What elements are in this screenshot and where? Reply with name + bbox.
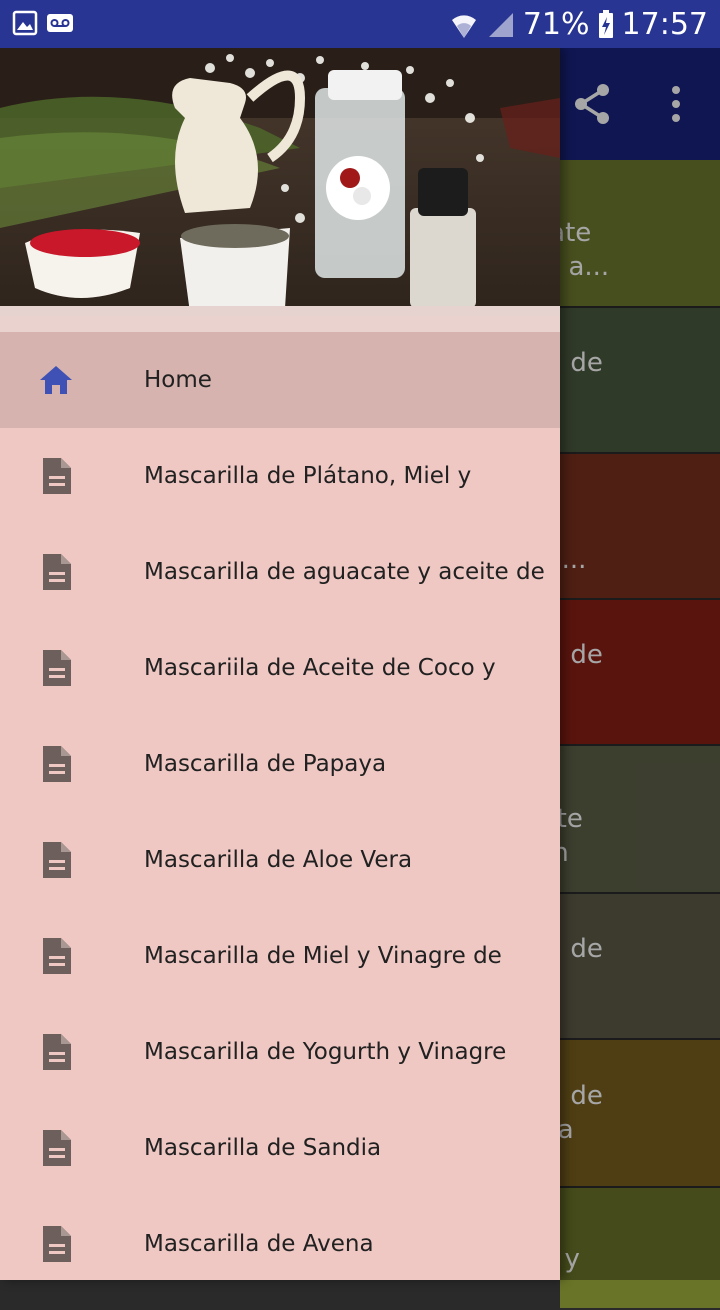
nav-item-recipe[interactable]: Mascarilla de Miel y Vinagre de [0, 908, 560, 1004]
recipe-card-title: scarilla [560, 1208, 710, 1242]
document-icon [38, 456, 74, 496]
recipe-card[interactable]: scarillatalizante Yogurth [560, 746, 720, 892]
cosmetics-photo [0, 48, 560, 316]
recipe-card-title: y Avena [560, 1115, 574, 1145]
nav-item-recipe[interactable]: Mascarilla de Papaya [0, 716, 560, 812]
document-icon [38, 648, 74, 688]
recipe-card[interactable]: scarilla de y Avena [560, 1040, 720, 1186]
nav-item-recipe[interactable]: Mascarilla de Yogurth y Vinagre [0, 1004, 560, 1100]
navigation-drawer: Home Mascarilla de Plátano, Miel y Mascari… [0, 48, 560, 1280]
share-icon[interactable] [572, 82, 612, 126]
recipe-card[interactable]: scarilla derinas [560, 894, 720, 1038]
document-icon [38, 840, 74, 880]
nav-item-label: Mascarilla de Miel y Vinagre de [144, 943, 502, 969]
document-icon [38, 1032, 74, 1072]
nav-item-label: Home [144, 367, 212, 393]
recipe-card-title: gre de ... [560, 545, 587, 575]
drawer-divider [0, 316, 560, 332]
recipe-card-title: Miel y [560, 509, 710, 543]
nav-item-recipe[interactable]: Mascarilla de aguacate y aceite de [0, 524, 560, 620]
gallery-icon [12, 10, 38, 36]
document-icon [38, 1128, 74, 1168]
recipe-card[interactable]: scarillaaguacate eite de a... [560, 160, 720, 306]
nav-item-label: Mascarilla de Avena [144, 1231, 374, 1257]
document-icon [38, 1224, 74, 1264]
recipe-card-title: rinas [560, 966, 710, 1000]
signal-icon [488, 13, 513, 37]
nav-item-label: Mascarilla de Plátano, Miel y [144, 463, 472, 489]
recipe-card-title: aguacate [560, 218, 592, 248]
more-options-icon[interactable] [668, 84, 684, 124]
nav-item-recipe[interactable]: Mascarilla de Avena [0, 1196, 560, 1280]
recipe-card[interactable]: scarillaMiel ygre de ... [560, 454, 720, 598]
nav-item-home[interactable]: Home [0, 332, 560, 428]
recipe-card-list: scarillaaguacateeite de a...scarilla dea… [560, 160, 720, 1310]
wifi-icon [451, 15, 476, 38]
recipe-card-title: scarilla de [560, 348, 603, 378]
recipe-card-title: scarilla [560, 768, 710, 802]
nav-item-label: Mascarilla de Sandia [144, 1135, 382, 1161]
recipe-card[interactable]: scarilla dedia [560, 600, 720, 744]
recipe-card[interactable]: scarilla deaya [560, 308, 720, 452]
document-icon [38, 552, 74, 592]
recipe-card-title: eite de a... [560, 252, 610, 282]
recipe-card-title: scarilla [560, 182, 710, 216]
recipe-card-title: scarilla de [560, 640, 603, 670]
nav-item-label: Mascarilla de Papaya [144, 751, 387, 777]
nav-item-label: Mascarilla de Yogurth y Vinagre [144, 1039, 507, 1065]
battery-percent: 71% [522, 6, 590, 42]
recipe-card-title: scarilla [560, 475, 710, 509]
nav-item-recipe[interactable]: Mascarilla de Aloe Vera [0, 812, 560, 908]
recipe-card-title: Yogurth [560, 838, 569, 868]
nav-item-recipe[interactable]: Mascarilla de Sandia [0, 1100, 560, 1196]
nav-item-recipe[interactable]: Mascariila de Aceite de Coco y [0, 620, 560, 716]
recipe-card-title: scarilla de [560, 1081, 603, 1111]
document-icon [38, 744, 74, 784]
nav-item-label: Mascarilla de Aloe Vera [144, 847, 413, 873]
recipe-card-title: dia [560, 672, 710, 706]
nav-item-label: Mascarilla de aguacate y aceite de [144, 559, 545, 585]
recipe-card-title: talizante [560, 804, 583, 834]
document-icon [38, 936, 74, 976]
drawer-header-image [0, 48, 560, 316]
drawer-menu: Home Mascarilla de Plátano, Miel y Mascari… [0, 332, 560, 1280]
voicemail-icon [47, 14, 73, 32]
clock: 17:57 [621, 6, 708, 42]
home-icon [38, 360, 74, 400]
recipe-card-title: aya [560, 380, 710, 414]
status-bar: 71% 17:57 [0, 0, 720, 48]
recipe-card-title: ogurth y [560, 1244, 580, 1274]
recipe-card[interactable]: scarillaogurth y [560, 1188, 720, 1308]
nav-item-label: Mascariila de Aceite de Coco y [144, 655, 496, 681]
recipe-card-title: scarilla de [560, 934, 603, 964]
battery-charging-icon [598, 10, 613, 38]
nav-item-recipe[interactable]: Mascarilla de Plátano, Miel y [0, 428, 560, 524]
